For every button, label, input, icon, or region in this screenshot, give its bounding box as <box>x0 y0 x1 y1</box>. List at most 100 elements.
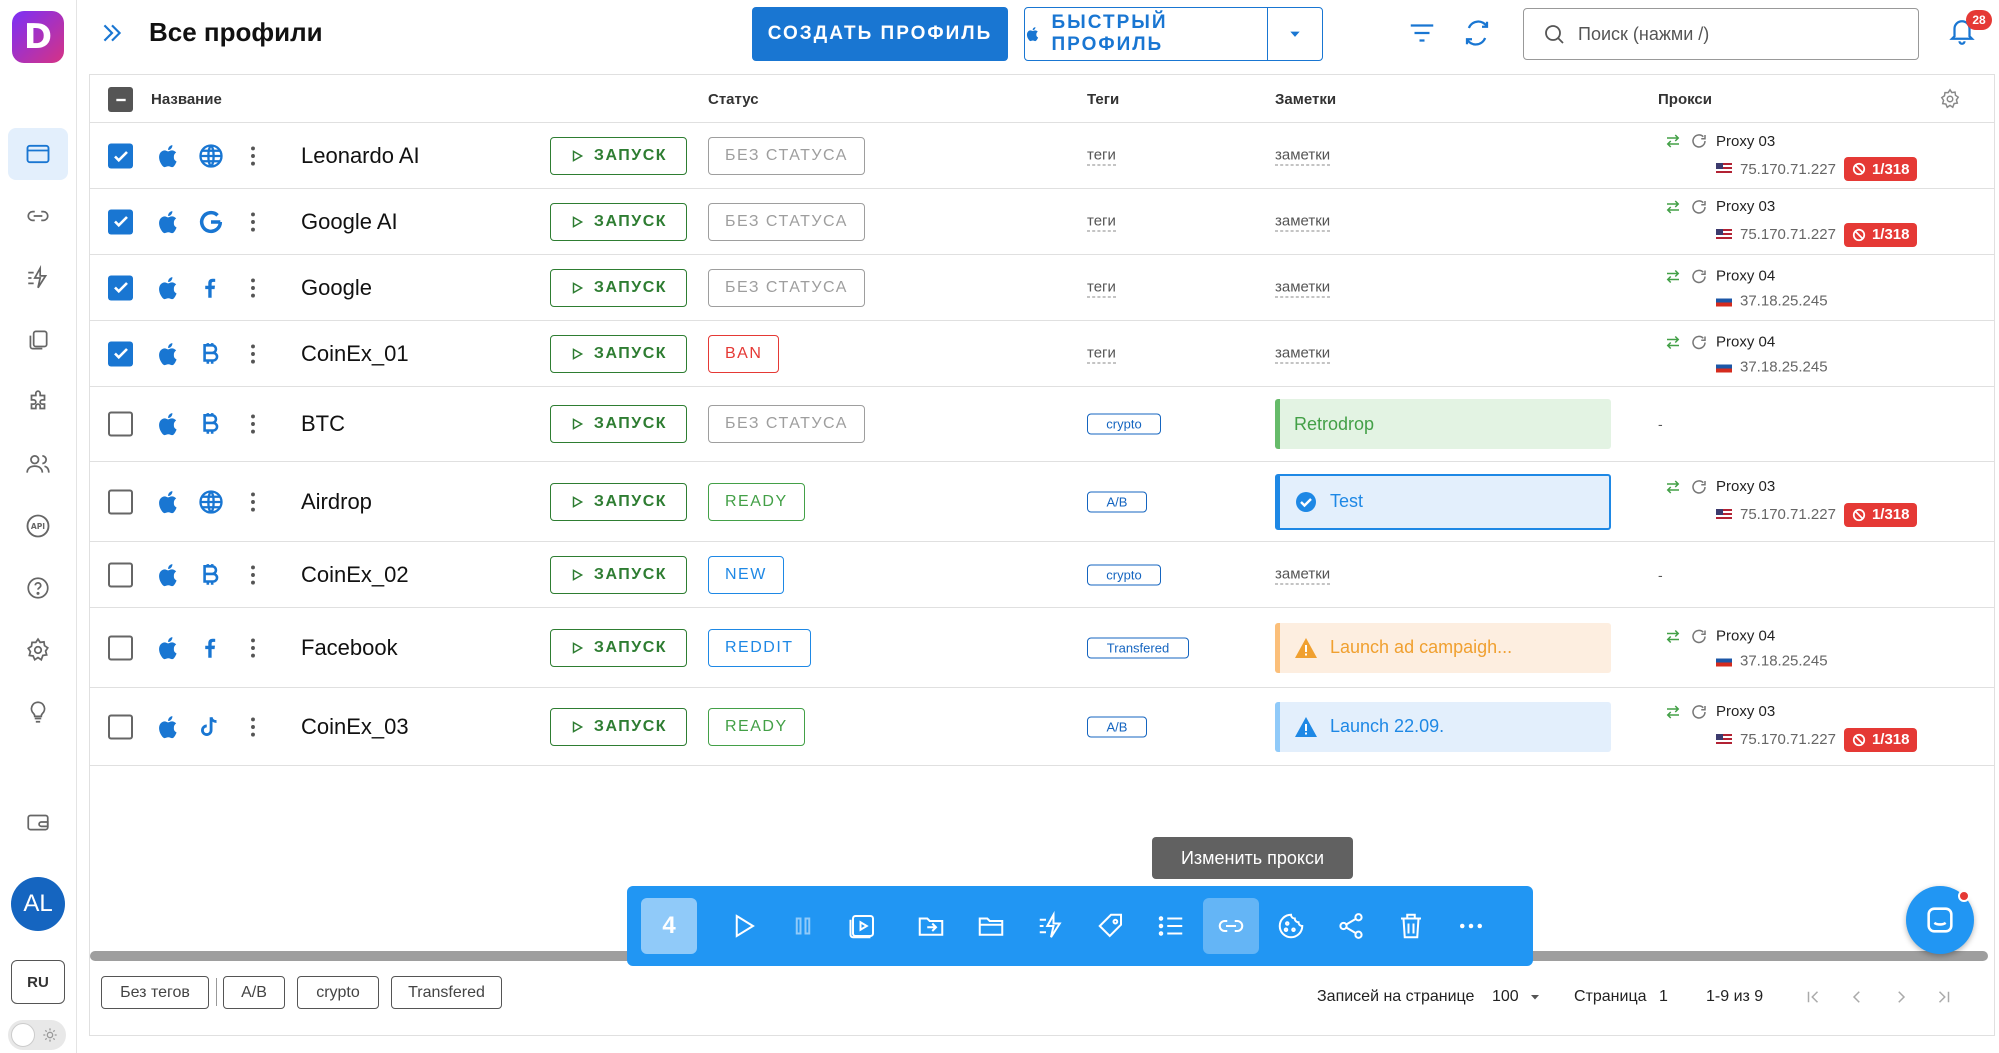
last-page-button[interactable] <box>1935 988 1953 1006</box>
expand-sidebar-button[interactable] <box>99 20 125 46</box>
column-notes-header[interactable]: Заметки <box>1275 91 1336 108</box>
filter-button[interactable] <box>1407 18 1437 48</box>
launch-button[interactable]: ЗАПУСК <box>550 268 687 307</box>
tags-link[interactable]: теги <box>1087 147 1116 166</box>
per-page-select[interactable]: 100 <box>1492 988 1541 1006</box>
table-row[interactable]: Google AI ЗАПУСК БЕЗ СТАТУСА теги заметки Pr… <box>90 189 1994 255</box>
note-card[interactable]: Launch ad campaigh... <box>1275 622 1611 673</box>
first-page-button[interactable] <box>1804 988 1822 1006</box>
profile-name[interactable]: Google AI <box>301 209 398 235</box>
row-checkbox[interactable] <box>108 209 133 234</box>
profile-name[interactable]: Airdrop <box>301 489 372 515</box>
status-badge[interactable]: REDDIT <box>708 628 811 667</box>
tags-link[interactable]: теги <box>1087 278 1116 297</box>
status-badge[interactable]: БЕЗ СТАТУСА <box>708 137 865 175</box>
row-menu-button[interactable] <box>240 635 266 661</box>
support-chat-button[interactable] <box>1906 886 1974 954</box>
notifications-button[interactable]: 28 <box>1947 10 1992 46</box>
bulk-pause-button[interactable] <box>775 898 831 954</box>
app-logo[interactable]: D <box>12 11 64 63</box>
bulk-change-proxy-button[interactable] <box>1203 898 1259 954</box>
bulk-delete-button[interactable] <box>1383 898 1439 954</box>
sidebar-item-extensions[interactable] <box>8 376 68 428</box>
bulk-run-script-button[interactable] <box>835 898 891 954</box>
bulk-cookies-button[interactable] <box>1263 898 1319 954</box>
row-menu-button[interactable] <box>240 714 266 740</box>
sidebar-item-profiles[interactable] <box>8 128 68 180</box>
tag-chip[interactable]: Transfered <box>1087 637 1189 658</box>
user-avatar[interactable]: AL <box>11 877 65 931</box>
bulk-folder-button[interactable] <box>963 898 1019 954</box>
row-checkbox[interactable] <box>108 489 133 514</box>
refresh-button[interactable] <box>1462 18 1492 48</box>
table-row[interactable]: CoinEx_03 ЗАПУСК READY A/B Launch 22.09. Pro… <box>90 688 1994 766</box>
note-card[interactable]: Retrodrop <box>1275 399 1611 449</box>
status-badge[interactable]: БЕЗ СТАТУСА <box>708 202 865 241</box>
language-switch[interactable]: RU <box>11 960 65 1004</box>
table-row[interactable]: CoinEx_01 ЗАПУСК BAN теги заметки Proxy 04 3… <box>90 321 1994 387</box>
tag-chip[interactable]: crypto <box>1087 564 1161 585</box>
row-menu-button[interactable] <box>240 562 266 588</box>
table-row[interactable]: Leonardo AI ЗАПУСК БЕЗ СТАТУСА теги заметки … <box>90 124 1994 189</box>
profile-name[interactable]: Facebook <box>301 635 398 661</box>
launch-button[interactable]: ЗАПУСК <box>550 137 687 175</box>
table-row[interactable]: CoinEx_02 ЗАПУСК NEW crypto заметки - <box>90 542 1994 608</box>
bulk-list-button[interactable] <box>1143 898 1199 954</box>
sidebar-item-links[interactable] <box>8 190 68 242</box>
status-badge[interactable]: BAN <box>708 334 780 373</box>
table-row[interactable]: Airdrop ЗАПУСК READY A/B Test Proxy 03 75.17… <box>90 462 1994 542</box>
launch-button[interactable]: ЗАПУСК <box>550 405 687 443</box>
search-input[interactable] <box>1578 23 1898 45</box>
launch-button[interactable]: ЗАПУСК <box>550 628 687 667</box>
theme-toggle[interactable] <box>8 1020 66 1050</box>
launch-button[interactable]: ЗАПУСК <box>550 707 687 746</box>
sidebar-item-help[interactable] <box>8 562 68 614</box>
proxy-info[interactable]: Proxy 04 37.18.25.245 <box>1664 626 1828 669</box>
note-card[interactable]: Test <box>1275 473 1611 530</box>
launch-button[interactable]: ЗАПУСК <box>550 334 687 373</box>
launch-button[interactable]: ЗАПУСК <box>550 555 687 594</box>
column-tags-header[interactable]: Теги <box>1087 91 1119 108</box>
row-menu-button[interactable] <box>240 209 266 235</box>
bulk-tag-button[interactable] <box>1083 898 1139 954</box>
quick-profile-button[interactable]: БЫСТРЫЙ ПРОФИЛЬ <box>1025 8 1268 60</box>
column-status-header[interactable]: Статус <box>708 91 759 108</box>
filter-chip-ab[interactable]: A/B <box>223 976 285 1009</box>
tags-link[interactable]: теги <box>1087 344 1116 363</box>
tag-chip[interactable]: crypto <box>1087 413 1161 435</box>
proxy-info[interactable]: Proxy 04 37.18.25.245 <box>1664 266 1828 309</box>
create-profile-button[interactable]: СОЗДАТЬ ПРОФИЛЬ <box>752 7 1008 61</box>
notes-link[interactable]: заметки <box>1275 212 1331 231</box>
profile-name[interactable]: CoinEx_03 <box>301 714 409 740</box>
table-row[interactable]: Google ЗАПУСК БЕЗ СТАТУСА теги заметки Proxy… <box>90 255 1994 321</box>
sidebar-item-wallet[interactable] <box>8 796 68 848</box>
prev-page-button[interactable] <box>1848 988 1866 1006</box>
notes-link[interactable]: заметки <box>1275 278 1331 297</box>
status-badge[interactable]: БЕЗ СТАТУСА <box>708 268 865 307</box>
sidebar-item-automation[interactable] <box>8 252 68 304</box>
select-all-checkbox[interactable] <box>108 87 133 112</box>
row-checkbox[interactable] <box>108 275 133 300</box>
quick-profile-dropdown[interactable] <box>1268 8 1322 60</box>
tags-link[interactable]: теги <box>1087 212 1116 231</box>
proxy-info[interactable]: Proxy 03 75.170.71.227 1/318 <box>1664 197 1918 247</box>
column-settings-button[interactable] <box>1939 88 1961 110</box>
status-badge[interactable]: READY <box>708 707 805 746</box>
row-checkbox[interactable] <box>108 341 133 366</box>
sidebar-item-tips[interactable] <box>8 686 68 738</box>
bulk-share-button[interactable] <box>1323 898 1379 954</box>
status-badge[interactable]: READY <box>708 482 805 521</box>
row-menu-button[interactable] <box>240 143 266 169</box>
row-checkbox[interactable] <box>108 411 133 437</box>
note-card[interactable]: Launch 22.09. <box>1275 701 1611 752</box>
sidebar-item-team[interactable] <box>8 438 68 490</box>
search-box[interactable] <box>1523 8 1919 60</box>
row-checkbox[interactable] <box>108 562 133 587</box>
row-checkbox[interactable] <box>108 143 133 169</box>
bulk-more-button[interactable] <box>1443 898 1499 954</box>
sidebar-item-api[interactable]: API <box>8 500 68 552</box>
column-name-header[interactable]: Название <box>151 91 222 108</box>
proxy-info[interactable]: Proxy 03 75.170.71.227 1/318 <box>1664 477 1918 527</box>
next-page-button[interactable] <box>1892 988 1910 1006</box>
bulk-launch-button[interactable] <box>715 898 771 954</box>
